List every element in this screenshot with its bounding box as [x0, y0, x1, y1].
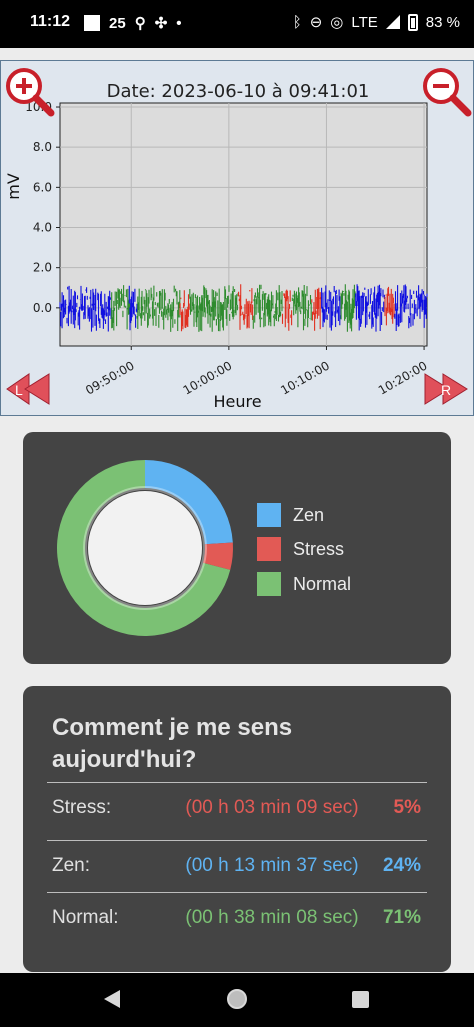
row-percent: 24% — [382, 855, 421, 876]
legend-label-zen: Zen — [293, 504, 325, 525]
hotspot-icon: ◎ — [330, 14, 344, 31]
y-tick-label: 4.0 — [33, 221, 52, 235]
row-duration: (00 h 13 min 37 sec) — [185, 855, 359, 876]
ecg-chart: 0.02.04.06.08.010.009:50:00 10:00:00 10:10… — [4, 100, 430, 411]
scroll-left-button[interactable]: L — [5, 371, 53, 407]
y-axis-label: mV — [4, 173, 23, 200]
legend-swatch-stress — [257, 537, 281, 561]
chart-date-title: Date: 2023-06-10 à 09:41:01 — [106, 81, 370, 102]
row-label: Zen: — [52, 855, 91, 876]
legend-item-normal: Normal — [257, 572, 351, 596]
summary-title: Comment je me sens aujourd'hui? — [52, 714, 293, 773]
mood-donut-chart — [57, 460, 233, 636]
donut-hole — [88, 491, 202, 605]
row-label: Stress: — [52, 797, 112, 818]
row-duration: (00 h 38 min 08 sec) — [185, 907, 359, 928]
status-system-icons: ᛒ ⊖ ◎ LTE 83 % — [293, 13, 460, 31]
ecg-chart-panel: 0.0 2.0 4.0 6.0 8.0 10.0 09:50:00 10:00:00 10:10… — [0, 60, 474, 416]
legend-label-normal: Normal — [293, 573, 352, 594]
legend-item-zen: Zen — [257, 503, 324, 527]
status-bar: 11:12 25 ⚲ ✣ • ᛒ ⊖ ◎ LTE 83 % — [0, 0, 474, 48]
back-triangle-icon[interactable] — [104, 990, 120, 1008]
more-dot-icon: • — [176, 14, 182, 32]
zoom-in-magnifier-icon — [6, 68, 55, 117]
location-icon: ⚲ — [134, 15, 146, 32]
android-nav-bar — [0, 973, 474, 1027]
summary-row-stress: Stress: (00 h 03 min 09 sec) 5% — [47, 782, 427, 832]
fan-icon: ✣ — [154, 15, 168, 32]
y-tick-label: 6.0 — [33, 180, 52, 194]
battery-percent: 83 % — [425, 13, 460, 31]
do-not-disturb-icon: ⊖ — [309, 14, 323, 31]
y-tick-label: 8.0 — [33, 140, 52, 154]
x-tick-label: 09:50:00 — [83, 358, 137, 397]
scroll-left-label: L — [15, 382, 23, 398]
x-axis-label: Heure — [213, 392, 261, 411]
summary-row-normal: Normal: (00 h 38 min 08 sec) 71% — [47, 892, 427, 942]
rewind-left-icon: L — [6, 373, 50, 405]
row-percent: 5% — [393, 797, 421, 818]
row-label: Normal: — [52, 907, 119, 928]
status-notification-icons: 25 ⚲ ✣ • — [84, 14, 182, 32]
battery-icon — [407, 13, 418, 31]
signal-icon — [385, 15, 400, 29]
mood-summary-card: Comment je me sens aujourd'hui? Stress: … — [23, 686, 451, 972]
y-tick-label: 2.0 — [33, 261, 52, 275]
zoom-out-magnifier-icon — [423, 68, 472, 117]
scroll-right-label: R — [441, 382, 451, 398]
row-duration: (00 h 03 min 09 sec) — [185, 797, 359, 818]
zoom-out-button[interactable] — [420, 65, 472, 117]
notification-square-icon — [84, 15, 100, 31]
network-type: LTE — [351, 13, 378, 31]
x-tick-label: 10:10:00 — [278, 358, 332, 397]
y-tick-label: 0.0 — [33, 301, 52, 315]
bluetooth-icon: ᛒ — [292, 13, 302, 31]
row-percent: 71% — [382, 907, 421, 928]
legend-swatch-zen — [257, 503, 281, 527]
legend-label-stress: Stress — [293, 538, 345, 559]
home-circle-icon[interactable] — [227, 989, 247, 1009]
legend-swatch-normal — [257, 572, 281, 596]
zoom-in-button[interactable] — [3, 65, 55, 117]
mood-donut-card: Zen Stress Normal — [23, 432, 451, 664]
forward-right-icon: R — [424, 373, 468, 405]
status-time: 11:12 — [30, 13, 71, 30]
notification-count: 25 — [109, 14, 126, 32]
recents-square-icon[interactable] — [352, 991, 369, 1008]
scroll-right-button[interactable]: R — [421, 371, 469, 407]
summary-row-zen: Zen: (00 h 13 min 37 sec) 24% — [47, 840, 427, 890]
legend-item-stress: Stress — [257, 537, 344, 561]
